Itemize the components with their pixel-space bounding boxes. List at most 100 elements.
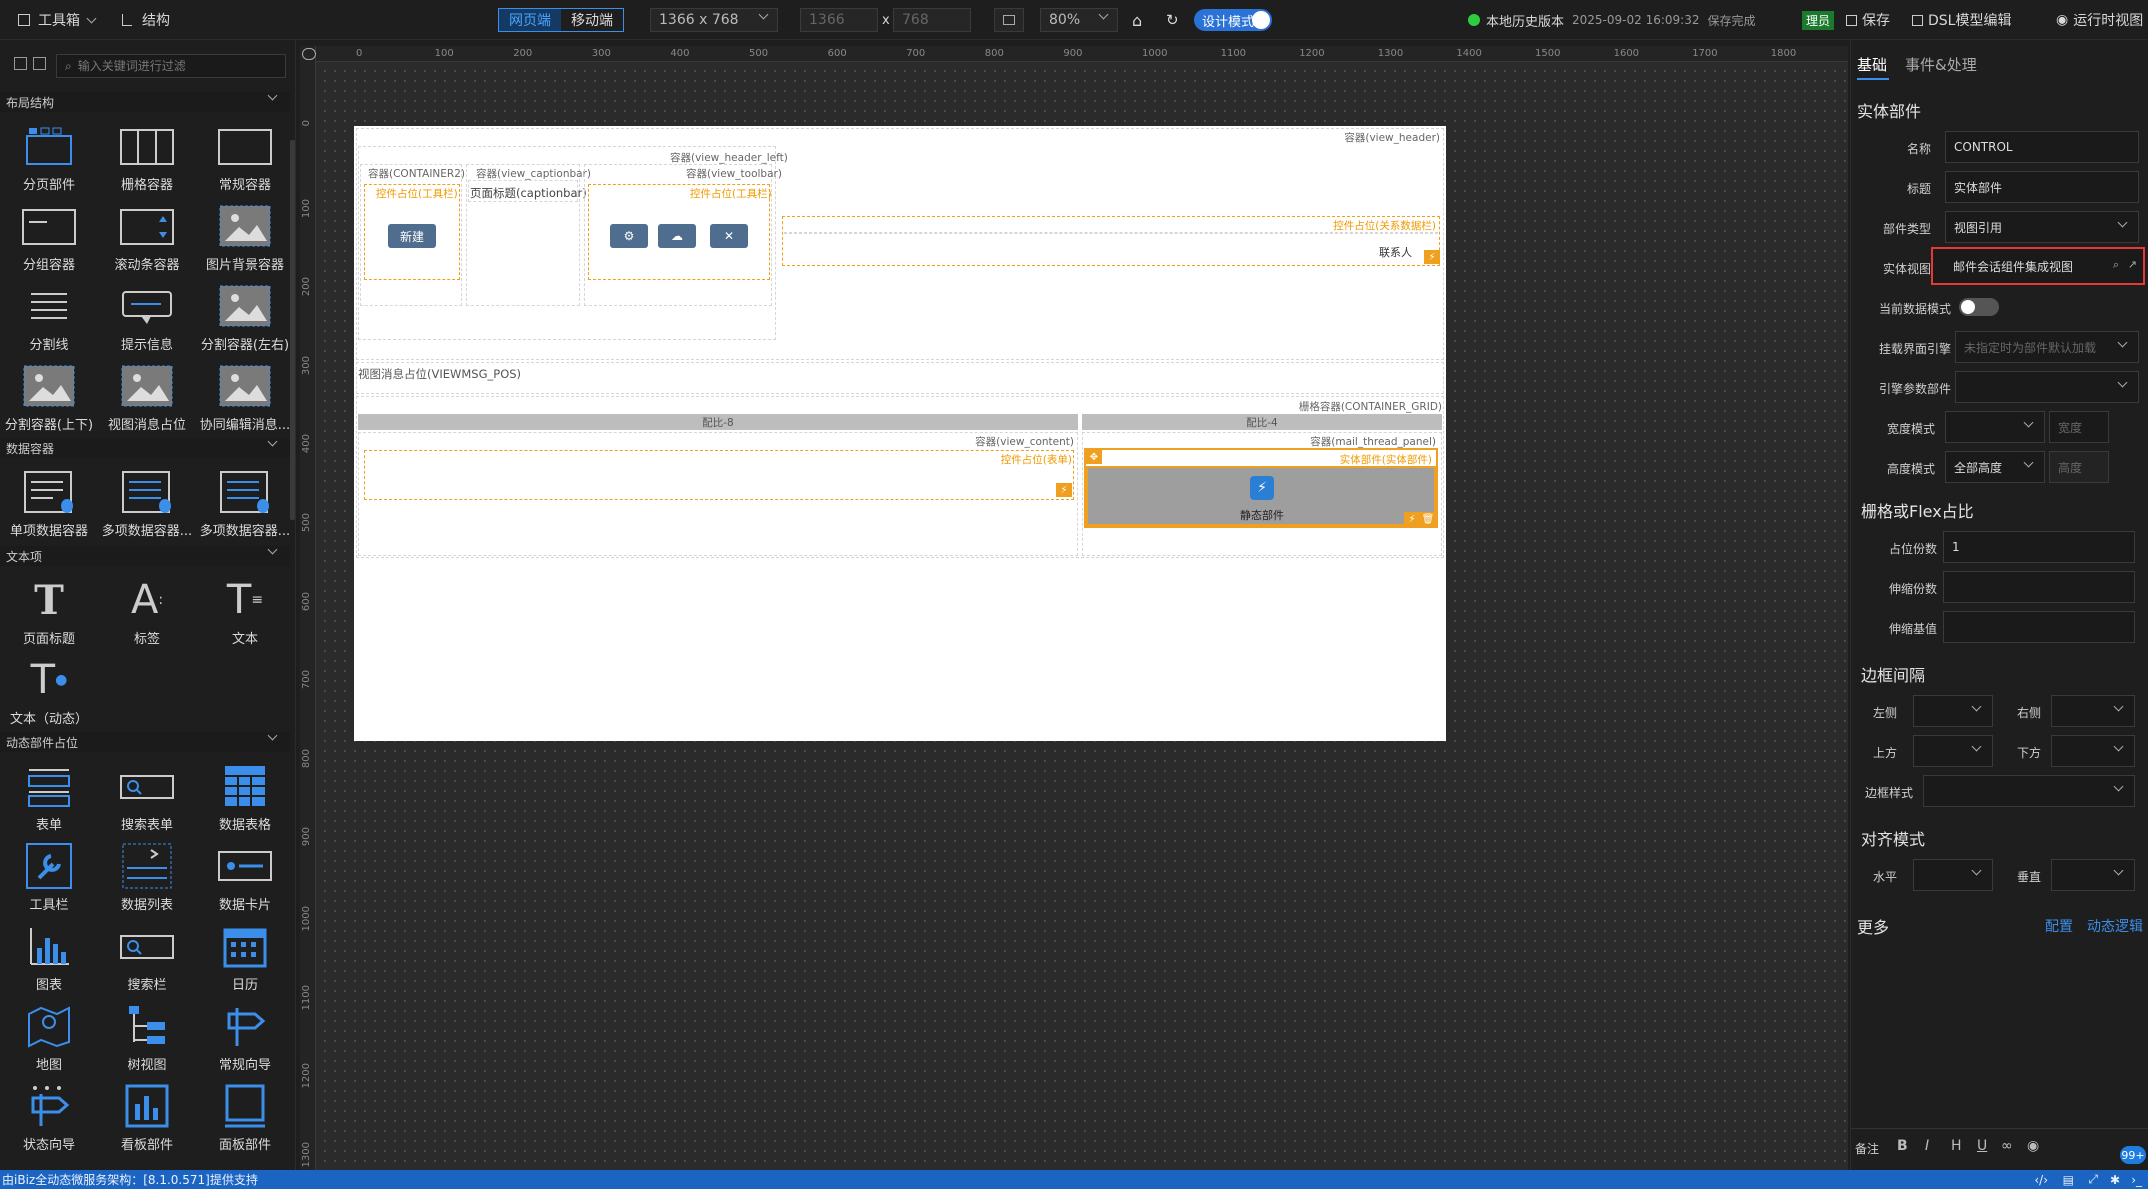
type-select[interactable]: 视图引用: [1945, 211, 2139, 243]
tab-events[interactable]: 事件&处理: [1905, 54, 1977, 75]
comp-multi-data-2[interactable]: 多项数据容器...: [196, 464, 294, 544]
bolt-icon[interactable]: ⚡: [1056, 483, 1072, 497]
comp-tab-panel[interactable]: 分页部件: [0, 118, 98, 198]
height-input[interactable]: 768: [893, 8, 971, 32]
h-align-select[interactable]: [1913, 859, 1993, 891]
entity-view-field[interactable]: 邮件会话组件集成视图 ⌕ ↗: [1931, 247, 2145, 285]
settings-button[interactable]: ⚙: [610, 224, 648, 248]
fullscreen-icon[interactable]: ⤢: [2088, 1172, 2098, 1187]
comp-toolbar[interactable]: 工具栏: [0, 838, 98, 918]
heading-button[interactable]: H: [1951, 1138, 1962, 1154]
comp-dashboard[interactable]: 看板部件: [98, 1078, 196, 1158]
bold-button[interactable]: B: [1897, 1138, 1908, 1154]
eye-icon[interactable]: [302, 48, 316, 60]
width-mode-select[interactable]: [1945, 411, 2045, 443]
height-input[interactable]: 高度: [2049, 451, 2109, 483]
top-spacing-select[interactable]: [1913, 735, 1993, 767]
comp-multi-data-1[interactable]: 多项数据容器...: [98, 464, 196, 544]
device-frame-button[interactable]: [994, 8, 1024, 32]
comp-form[interactable]: 表单: [0, 758, 98, 838]
grow-field[interactable]: [1943, 571, 2135, 603]
comp-image-bg-container[interactable]: 图片背景容器: [196, 198, 294, 278]
move-icon[interactable]: ✥: [1086, 450, 1102, 464]
comp-split-lr[interactable]: 分割容器(左右): [196, 278, 294, 358]
zoom-select[interactable]: 80%: [1040, 8, 1118, 32]
comp-wizard[interactable]: 常规向导: [196, 998, 294, 1078]
comp-panel[interactable]: 面板部件: [196, 1078, 294, 1158]
comp-tree-view[interactable]: 树视图: [98, 998, 196, 1078]
comp-group-container[interactable]: 分组容器: [0, 198, 98, 278]
comp-dynamic-text[interactable]: T ● 文本（动态）: [0, 652, 98, 732]
underline-button[interactable]: U: [1977, 1138, 1987, 1154]
title-field[interactable]: 实体部件: [1945, 171, 2139, 203]
grid-col-right-bar[interactable]: 配比-4: [1082, 414, 1442, 430]
comp-tooltip[interactable]: 提示信息: [98, 278, 196, 358]
new-button[interactable]: 新建: [388, 224, 436, 248]
comp-single-data[interactable]: 单项数据容器: [0, 464, 98, 544]
height-mode-select[interactable]: 全部高度: [1945, 451, 2045, 483]
toolbox-menu[interactable]: 工具箱: [18, 0, 97, 40]
left-spacing-select[interactable]: [1913, 695, 1993, 727]
terminal-icon[interactable]: ›_: [2131, 1173, 2142, 1187]
delete-icon[interactable]: 🗑: [1420, 512, 1436, 526]
comp-regular-container[interactable]: 常规容器: [196, 118, 294, 198]
comp-view-msg[interactable]: 视图消息占位: [98, 358, 196, 438]
palette-search-input[interactable]: [77, 59, 278, 73]
refresh-icon[interactable]: ↻: [1166, 0, 1179, 40]
mode-mobile-button[interactable]: 移动端: [561, 9, 623, 31]
notification-badge[interactable]: 99+: [2120, 1146, 2146, 1164]
search-icon[interactable]: ⌕: [2113, 258, 2119, 272]
comp-page-title[interactable]: T 页面标题: [0, 572, 98, 652]
width-input[interactable]: 宽度: [2049, 411, 2109, 443]
right-spacing-select[interactable]: [2051, 695, 2135, 727]
bolt-icon[interactable]: ⚡: [1424, 250, 1440, 264]
save-button[interactable]: 保存: [1846, 0, 1890, 40]
history-status[interactable]: 本地历史版本 2025-09-02 16:09:32 保存完成: [1468, 0, 1755, 40]
data-mode-switch[interactable]: [1959, 298, 1999, 316]
design-mode-toggle[interactable]: 设计模式: [1194, 9, 1272, 31]
section-text[interactable]: 文本项: [0, 544, 290, 566]
comp-divider[interactable]: 分割线: [0, 278, 98, 358]
resolution-select[interactable]: 1366 x 768: [650, 8, 778, 32]
close-button[interactable]: ✕: [710, 224, 748, 248]
comp-scroll-container[interactable]: 滚动条容器: [98, 198, 196, 278]
comp-label[interactable]: A: 标签: [98, 572, 196, 652]
code-icon[interactable]: ‹/›: [2034, 1173, 2048, 1187]
span-field[interactable]: 1: [1943, 531, 2135, 563]
runtime-view-button[interactable]: ◉ 运行时视图: [2056, 0, 2143, 40]
basis-field[interactable]: [1943, 611, 2135, 643]
comp-text[interactable]: T ≡ 文本: [196, 572, 294, 652]
comp-grid-container[interactable]: 栅格容器: [98, 118, 196, 198]
comp-data-list[interactable]: 数据列表: [98, 838, 196, 918]
design-page[interactable]: 容器(view_header) 容器(view_header_left) 容器(…: [354, 126, 1446, 741]
section-data-container[interactable]: 数据容器: [0, 436, 290, 458]
tab-basic[interactable]: 基础: [1857, 54, 1887, 75]
home-icon[interactable]: ⌂: [1132, 0, 1142, 40]
collapse-icon[interactable]: [33, 57, 46, 70]
comp-state-wizard[interactable]: 状态向导: [0, 1078, 98, 1158]
section-dynamic-parts[interactable]: 动态部件占位: [0, 730, 290, 752]
structure-tab[interactable]: 结构: [122, 0, 170, 40]
mode-web-button[interactable]: 网页端: [499, 9, 561, 31]
link-icon[interactable]: ∞: [2001, 1138, 2013, 1154]
upload-button[interactable]: ☁: [658, 224, 696, 248]
config-link[interactable]: 配置: [2045, 916, 2073, 936]
comp-calendar[interactable]: 日历: [196, 918, 294, 998]
preview-eye-icon[interactable]: ◉: [2027, 1138, 2039, 1154]
grid-col-left-bar[interactable]: 配比-8: [358, 414, 1078, 430]
border-style-select[interactable]: [1923, 775, 2135, 807]
italic-button[interactable]: I: [1925, 1138, 1929, 1154]
section-layout[interactable]: 布局结构: [0, 90, 290, 112]
open-link-icon[interactable]: ↗: [2128, 258, 2137, 271]
comp-chart[interactable]: 图表: [0, 918, 98, 998]
width-input[interactable]: 1366: [800, 8, 878, 32]
comp-map[interactable]: 地图: [0, 998, 98, 1078]
palette-scrollbar[interactable]: [290, 140, 295, 520]
bug-icon[interactable]: ✱: [2110, 1173, 2120, 1187]
comp-collab-msg[interactable]: 协同编辑消息...: [196, 358, 294, 438]
file-icon[interactable]: ▤: [2063, 1173, 2074, 1187]
expand-icon[interactable]: [14, 57, 27, 70]
comp-data-grid[interactable]: 数据表格: [196, 758, 294, 838]
dynamic-logic-link[interactable]: 动态逻辑: [2087, 916, 2143, 936]
bolt-icon[interactable]: ⚡: [1404, 512, 1420, 526]
